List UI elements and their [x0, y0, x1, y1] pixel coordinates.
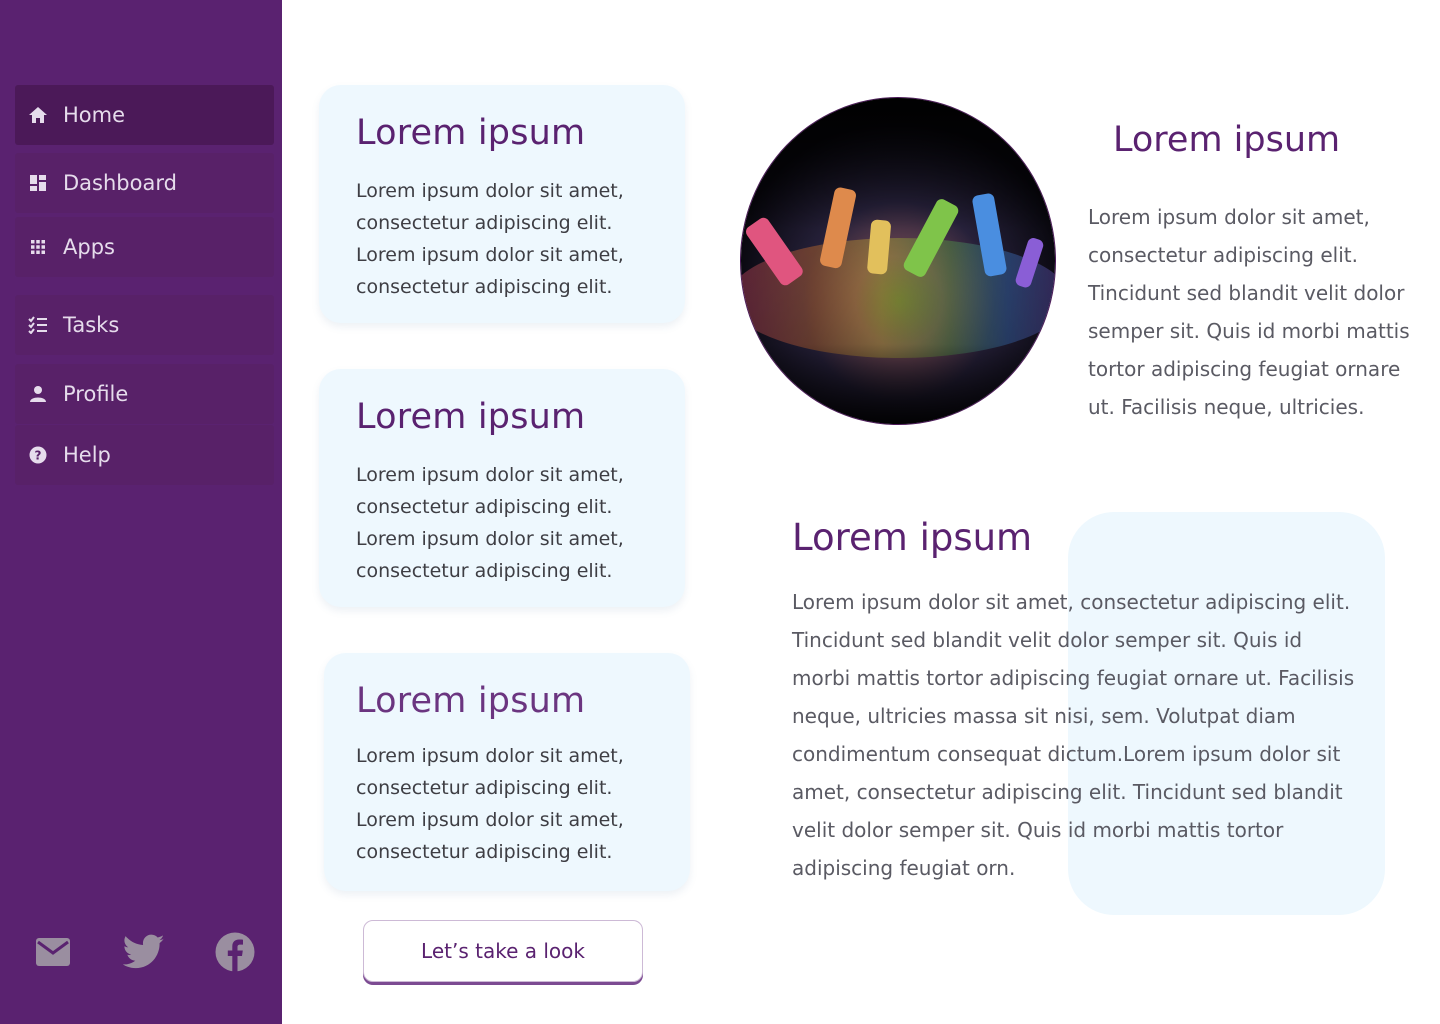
sidebar: Home Dashboard Apps Tasks Profile ? Help [0, 0, 282, 1024]
article-text: Lorem ipsum dolor sit amet, consectetur … [792, 590, 1355, 880]
apps-icon [27, 236, 49, 258]
sidebar-item-label: Help [63, 443, 111, 467]
sidebar-item-label: Dashboard [63, 171, 177, 195]
sidebar-item-label: Profile [63, 382, 129, 406]
sidebar-item-label: Home [63, 103, 126, 127]
svg-text:?: ? [35, 449, 42, 463]
card-title: Lorem ipsum [356, 397, 586, 437]
sidebar-item-label: Tasks [63, 313, 120, 337]
tasks-icon [27, 314, 49, 336]
help-icon: ? [27, 444, 49, 466]
chalk-photo [740, 97, 1056, 425]
feature-text: Lorem ipsum dolor sit amet, consectetur … [1088, 205, 1410, 419]
twitter-icon[interactable] [122, 928, 166, 976]
article-title: Lorem ipsum [792, 516, 1033, 559]
mail-icon[interactable] [34, 928, 72, 976]
card-text: Lorem ipsum dolor sit amet, consectetur … [356, 180, 624, 298]
sidebar-item-dashboard[interactable]: Dashboard [15, 153, 274, 213]
sidebar-item-profile[interactable]: Profile [15, 364, 274, 424]
info-card: Lorem ipsum Lorem ipsum dolor sit amet, … [324, 653, 690, 891]
sidebar-item-home[interactable]: Home [15, 85, 274, 145]
sidebar-item-help[interactable]: ? Help [15, 425, 274, 485]
feature-title: Lorem ipsum [1113, 120, 1341, 160]
facebook-icon[interactable] [214, 928, 256, 976]
card-title: Lorem ipsum [356, 113, 586, 153]
info-card: Lorem ipsum Lorem ipsum dolor sit amet, … [319, 85, 685, 323]
home-icon [27, 104, 49, 126]
dashboard-icon [27, 172, 49, 194]
profile-icon [27, 383, 49, 405]
sidebar-item-tasks[interactable]: Tasks [15, 295, 274, 355]
sidebar-item-label: Apps [63, 235, 115, 259]
card-text: Lorem ipsum dolor sit amet, consectetur … [356, 745, 624, 863]
card-title: Lorem ipsum [356, 681, 586, 721]
card-text: Lorem ipsum dolor sit amet, consectetur … [356, 464, 624, 582]
info-card: Lorem ipsum Lorem ipsum dolor sit amet, … [319, 369, 685, 607]
cta-button[interactable]: Let’s take a look [363, 920, 643, 982]
sidebar-item-apps[interactable]: Apps [15, 217, 274, 277]
